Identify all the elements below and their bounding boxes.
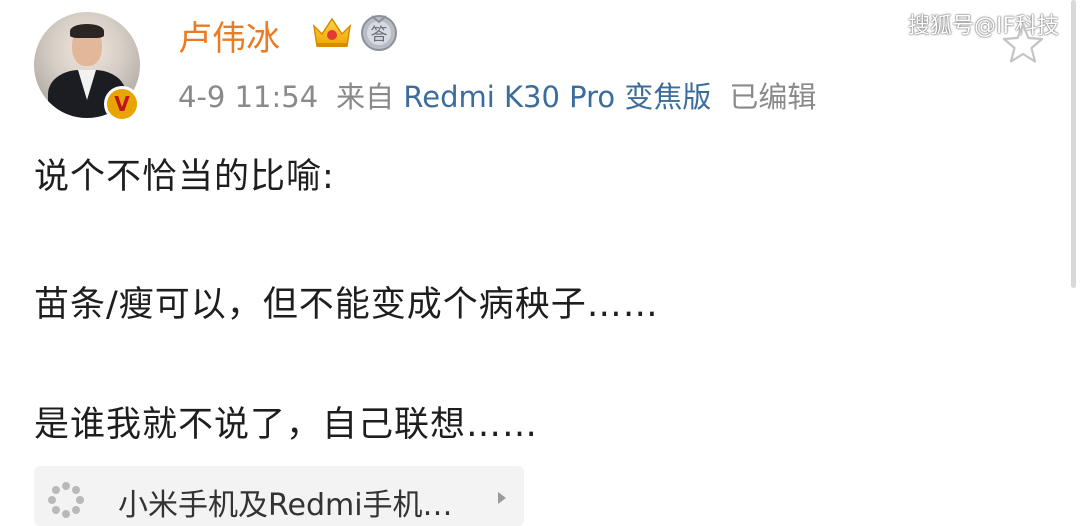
edited-label[interactable]: 已编辑 [729,80,816,114]
topic-label: 小米手机及Redmi手机… [118,488,453,523]
post-time: 4-9 11:54 [178,80,319,114]
star-icon[interactable] [1000,22,1046,64]
avatar[interactable]: V [34,12,140,122]
post-text-line: 苗条/瘦可以，但不能变成个病秧子…… [34,285,659,325]
post-meta: 4-9 11:54 来自 Redmi K30 Pro 变焦版 已编辑 [178,74,816,116]
chevron-right-icon [498,492,506,504]
loading-icon [48,482,84,518]
svg-text:答: 答 [371,25,388,45]
device-link[interactable]: Redmi K30 Pro 变焦版 [403,80,711,114]
source-prefix: 来自 [336,80,395,114]
scrollbar[interactable] [1071,0,1076,288]
topic-card[interactable]: 小米手机及Redmi手机… [34,466,524,526]
crown-icon[interactable] [311,14,353,50]
post-text-line: 说个不恰当的比喻: [34,157,335,197]
author-name[interactable]: 卢伟冰 [178,11,280,60]
verified-badge-icon: V [104,86,140,122]
post-text-line: 是谁我就不说了，自己联想…… [34,405,539,445]
medal-icon[interactable]: 答 [359,12,399,52]
